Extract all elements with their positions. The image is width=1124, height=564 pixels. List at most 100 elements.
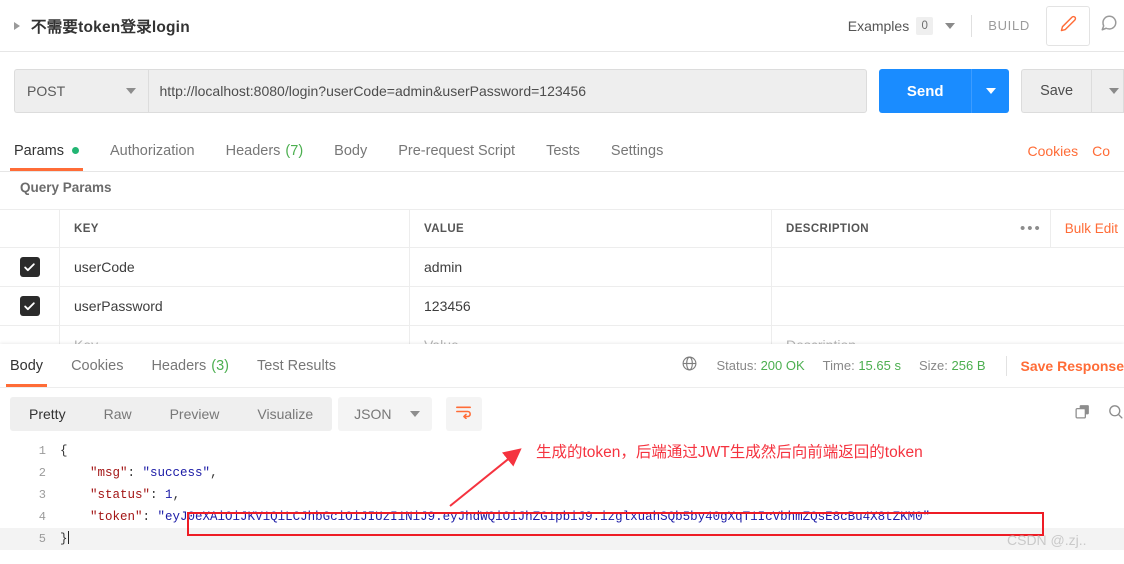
bulk-edit-button[interactable]: Bulk Edit [1049, 210, 1124, 247]
view-mode-visualize[interactable]: Visualize [238, 406, 332, 422]
divider [1005, 355, 1007, 376]
cookies-link[interactable]: Cookies [1028, 143, 1079, 159]
collapse-triangle-icon[interactable] [14, 21, 20, 30]
tab-body[interactable]: Body [334, 130, 367, 171]
globe-icon[interactable] [681, 355, 698, 377]
time-label-group: Time: 15.65 s [823, 358, 901, 373]
column-header-description: DESCRIPTION [786, 222, 869, 235]
chevron-down-icon [945, 22, 956, 29]
code-token: 1 [165, 488, 173, 502]
tab-label: Authorization [109, 142, 195, 159]
status-label: Status: [716, 358, 757, 373]
code-link[interactable]: Co [1092, 143, 1110, 159]
row-checkbox-cell[interactable] [0, 287, 60, 325]
http-method-dropdown[interactable]: POST [14, 69, 148, 113]
code-token: : [142, 510, 158, 524]
tab-label: Pre-request Script [398, 142, 516, 159]
code-line[interactable]: "status": 1, [60, 484, 1124, 506]
url-input[interactable]: http://localhost:8080/login?userCode=adm… [147, 69, 868, 113]
line-number: 5 [38, 532, 46, 546]
tab-tests[interactable]: Tests [546, 130, 580, 171]
copy-icon[interactable] [1074, 403, 1091, 425]
response-tab-body[interactable]: Body [5, 344, 48, 387]
param-key[interactable]: userPassword [74, 298, 163, 314]
header-checkbox-cell [0, 210, 60, 247]
param-value[interactable]: admin [424, 259, 462, 275]
param-value[interactable]: 123456 [424, 298, 471, 314]
table-row[interactable]: userPassword 123456 [0, 286, 1124, 325]
tab-headers[interactable]: Headers (7) [226, 130, 304, 171]
view-mode-preview[interactable]: Preview [151, 406, 239, 422]
query-params-label: Query Params [20, 180, 112, 195]
examples-label: Examples [847, 17, 910, 34]
http-method-value: POST [27, 83, 66, 99]
code-token: "status" [90, 488, 151, 502]
more-options-icon[interactable]: ••• [1020, 220, 1050, 237]
tab-label: Test Results [257, 357, 336, 374]
tab-label: Body [334, 142, 368, 159]
tab-label: Settings [610, 142, 664, 159]
response-tab-headers[interactable]: Headers (3) [151, 344, 229, 387]
response-toolbar-right [1074, 397, 1124, 431]
examples-dropdown[interactable]: Examples 0 [847, 16, 956, 35]
response-format-value: JSON [354, 406, 392, 422]
response-tab-test-results[interactable]: Test Results [257, 344, 336, 387]
view-mode-raw[interactable]: Raw [85, 406, 151, 422]
response-pane: Body Cookies Headers (3) Test Results St… [0, 344, 1124, 564]
tab-label: Cookies [71, 357, 124, 374]
postman-window: 不需要token登录login Examples 0 BUILD POST ht… [0, 0, 1124, 564]
tab-label: Body [10, 357, 44, 374]
code-token: { [60, 444, 68, 458]
watermark: CSDN @.zj.. [1007, 532, 1087, 548]
code-token: "msg" [90, 466, 128, 480]
wrap-lines-button[interactable] [445, 397, 482, 431]
request-tabs-right-links: Cookies Co [1028, 130, 1124, 171]
send-options-button[interactable] [971, 69, 1010, 113]
tab-label: Headers [225, 142, 281, 159]
send-button[interactable]: Send [879, 69, 972, 113]
tab-settings[interactable]: Settings [611, 130, 663, 171]
tab-label: Tests [546, 142, 580, 159]
save-button[interactable]: Save [1021, 69, 1091, 113]
edit-button[interactable] [1046, 5, 1090, 46]
view-mode-pretty[interactable]: Pretty [10, 406, 85, 422]
save-options-button[interactable] [1091, 69, 1124, 113]
response-tab-cookies[interactable]: Cookies [71, 344, 123, 387]
code-token: , [210, 466, 218, 480]
tab-label: Params [14, 142, 64, 159]
build-button[interactable]: BUILD [988, 18, 1030, 33]
view-mode-segment: Pretty Raw Preview Visualize [10, 397, 333, 431]
row-checkbox-cell[interactable] [0, 248, 60, 286]
request-title-bar: 不需要token登录login Examples 0 BUILD [0, 0, 1124, 52]
param-key[interactable]: userCode [74, 259, 135, 275]
response-format-dropdown[interactable]: JSON [338, 397, 432, 431]
table-row[interactable]: userCode admin [0, 247, 1124, 286]
response-status-bar: Status: 200 OK Time: 15.65 s Size: 256 B… [681, 344, 1124, 387]
column-header-value: VALUE [424, 222, 465, 235]
params-active-dot-icon [71, 147, 79, 154]
code-line[interactable]: "msg": "success", [60, 462, 1124, 484]
headers-count: (7) [285, 142, 304, 159]
tab-label: Headers [151, 357, 207, 374]
search-icon[interactable] [1107, 403, 1124, 425]
response-view-toolbar: Pretty Raw Preview Visualize JSON [0, 388, 1124, 440]
size-label-group: Size: 256 B [919, 358, 986, 373]
checkbox-checked-icon[interactable] [19, 257, 40, 277]
tab-params[interactable]: Params [10, 130, 83, 171]
save-response-button[interactable]: Save Response [1021, 358, 1124, 374]
status-value: 200 OK [760, 358, 805, 373]
line-number: 4 [38, 510, 46, 524]
request-title-group: 不需要token登录login [0, 15, 848, 37]
divider [971, 14, 973, 37]
line-number: 1 [38, 444, 46, 458]
size-label: Size: [918, 358, 948, 373]
checkbox-checked-icon[interactable] [19, 296, 40, 316]
tab-pre-request-script[interactable]: Pre-request Script [398, 130, 515, 171]
request-name: 不需要token登录login [31, 18, 190, 36]
comment-button[interactable] [1094, 6, 1124, 46]
time-value: 15.65 s [858, 358, 901, 373]
request-tabs: Params Authorization Headers (7) Body Pr… [0, 130, 1124, 172]
pencil-icon [1060, 15, 1077, 37]
tab-authorization[interactable]: Authorization [110, 130, 195, 171]
